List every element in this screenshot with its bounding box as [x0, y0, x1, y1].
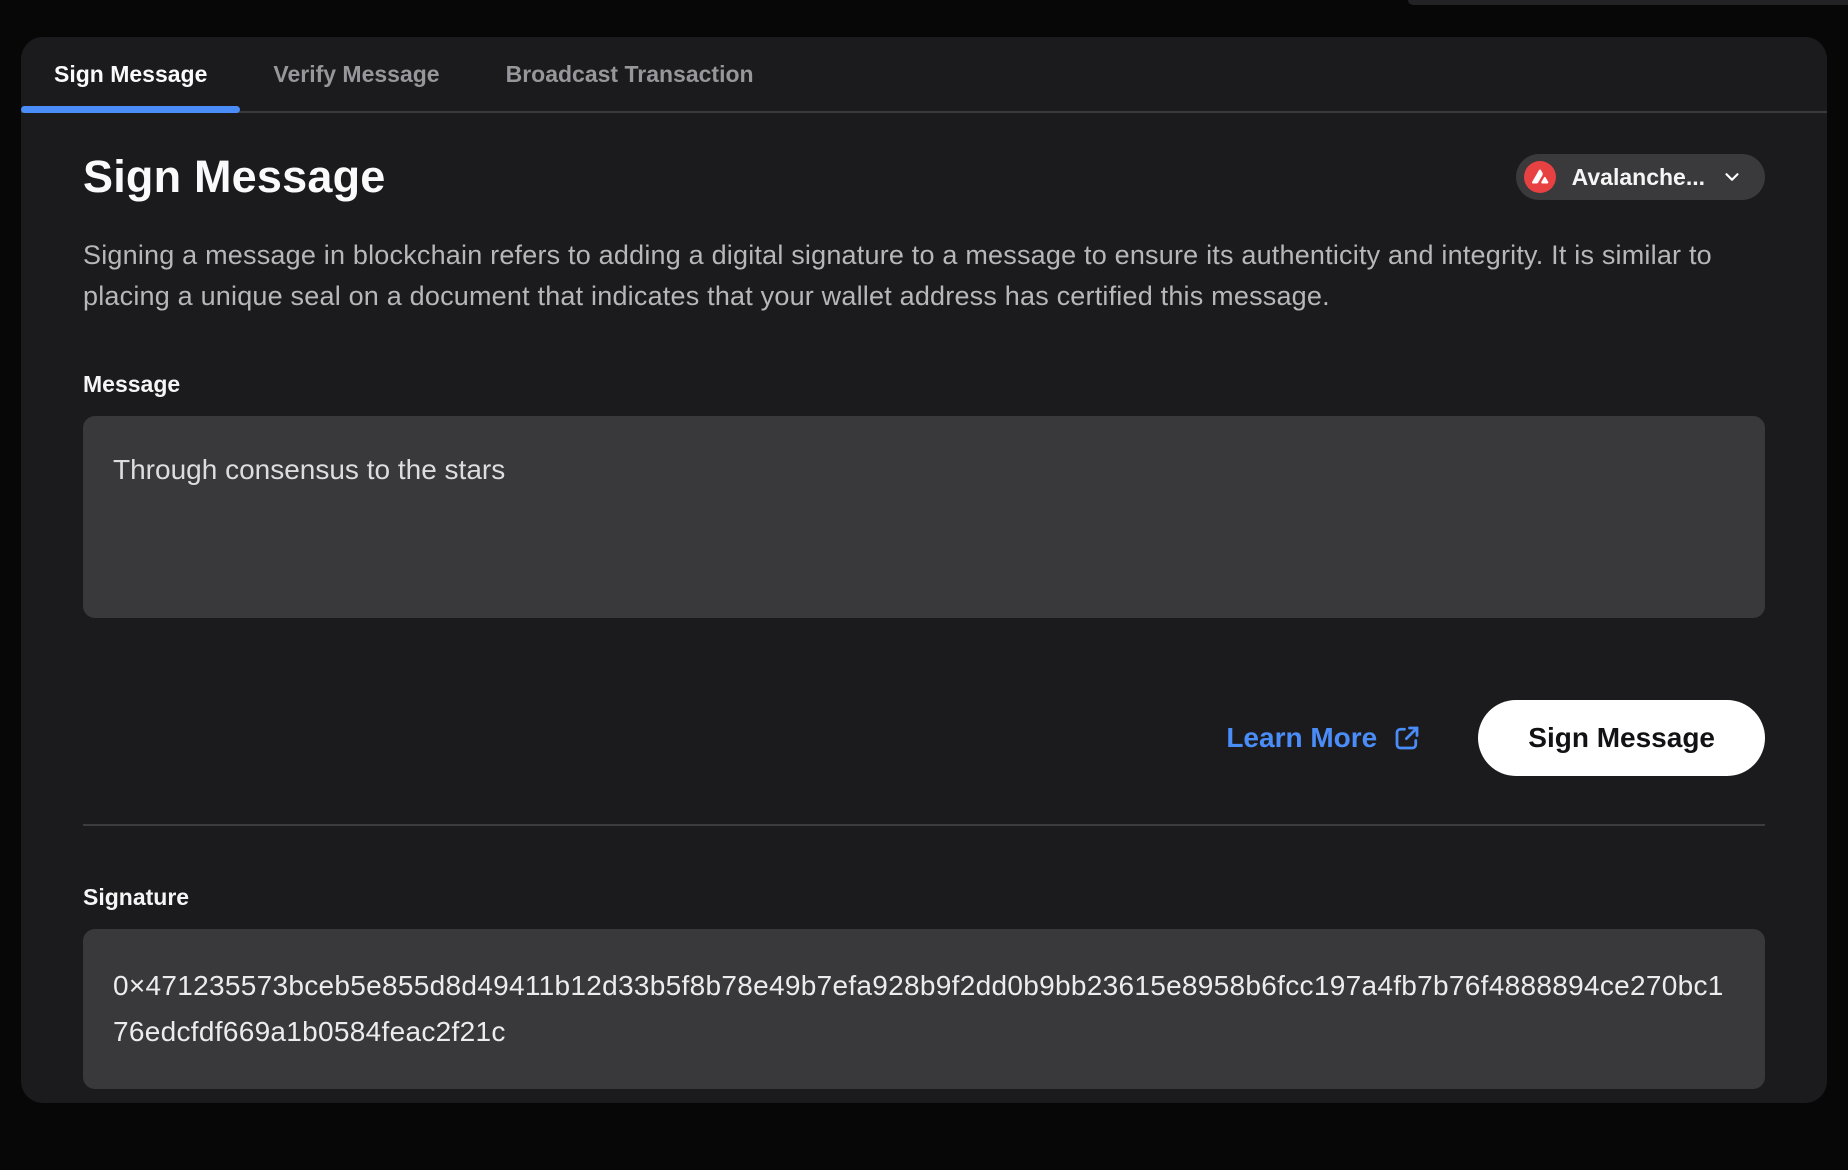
page-title: Sign Message: [83, 151, 386, 203]
tab-sign-message[interactable]: Sign Message: [21, 37, 240, 111]
learn-more-link[interactable]: Learn More: [1226, 722, 1422, 754]
actions-row: Learn More Sign Message: [83, 700, 1765, 776]
avalanche-logo-icon: [1524, 161, 1556, 193]
learn-more-label: Learn More: [1226, 722, 1377, 754]
tab-bar: Sign Message Verify Message Broadcast Tr…: [21, 37, 1827, 113]
signature-value: 0×471235573bceb5e855d8d49411b12d33b5f8b7…: [83, 929, 1765, 1089]
external-link-icon: [1392, 723, 1422, 753]
tab-sign-message-label: Sign Message: [54, 61, 207, 88]
sign-message-card: Sign Message Verify Message Broadcast Tr…: [21, 37, 1827, 1103]
page-description: Signing a message in blockchain refers t…: [83, 235, 1765, 317]
tab-verify-message[interactable]: Verify Message: [240, 37, 472, 111]
tab-verify-message-label: Verify Message: [273, 61, 439, 88]
active-tab-indicator: [21, 106, 240, 113]
chevron-down-icon: [1721, 166, 1743, 188]
header-row: Sign Message Avalanche...: [83, 151, 1765, 203]
tab-panel-sign-message: Sign Message Avalanche... Signing a: [21, 151, 1827, 1089]
sign-message-button[interactable]: Sign Message: [1478, 700, 1765, 776]
top-right-window-strip: [1408, 0, 1848, 5]
section-divider: [83, 824, 1765, 826]
tab-broadcast-transaction-label: Broadcast Transaction: [506, 61, 754, 88]
message-input[interactable]: Through consensus to the stars: [83, 416, 1765, 618]
message-label: Message: [83, 371, 1765, 398]
tab-broadcast-transaction[interactable]: Broadcast Transaction: [473, 37, 787, 111]
network-selector-label: Avalanche...: [1572, 164, 1705, 191]
network-selector[interactable]: Avalanche...: [1516, 154, 1765, 200]
signature-label: Signature: [83, 884, 1765, 911]
